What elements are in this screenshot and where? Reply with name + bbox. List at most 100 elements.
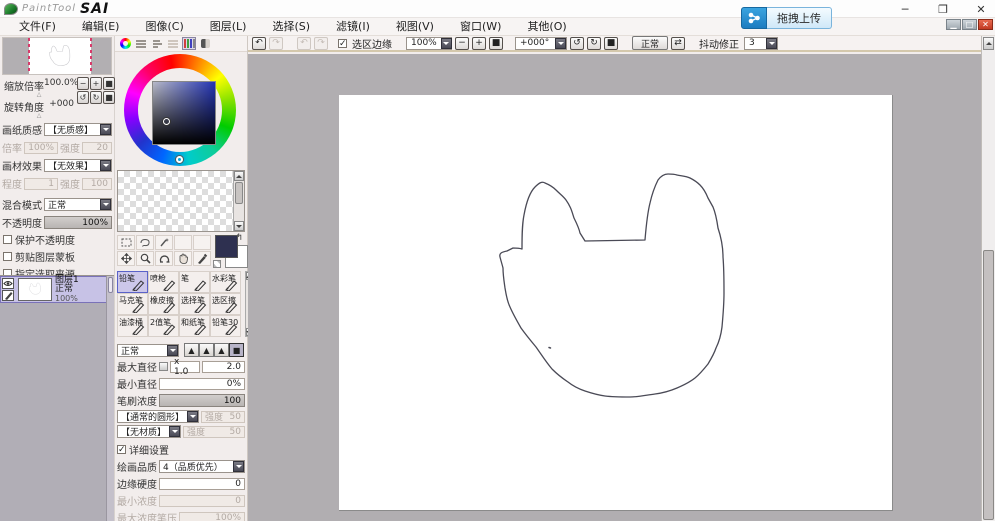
inner-maximize-button[interactable]: □	[962, 19, 977, 30]
brush-shape-select[interactable]: 【通常的圆形】	[117, 410, 199, 423]
scratchpad-scrollbar[interactable]	[233, 171, 244, 231]
zoom-tool[interactable]	[136, 251, 154, 266]
angle-slider[interactable]: △	[2, 114, 76, 119]
scratchpad-area[interactable]	[117, 170, 245, 232]
stabilizer-select[interactable]: 3	[744, 37, 778, 50]
canvas-rotate-ccw-button[interactable]: ↺	[570, 37, 584, 50]
rgb-slider-tab-icon[interactable]	[134, 37, 148, 50]
canvas-zoom-select[interactable]: 100%	[406, 37, 452, 50]
color-wheel-tab-icon[interactable]	[118, 37, 132, 50]
menu-item[interactable]: 图像(C)	[132, 18, 196, 36]
canvas-angle-select[interactable]: +000°	[515, 37, 567, 50]
current-color-swatch[interactable]	[215, 235, 238, 258]
brush-cell[interactable]: 铅笔30	[210, 315, 241, 337]
brush-density-slider[interactable]: 100	[159, 394, 245, 407]
hue-cursor[interactable]	[176, 156, 183, 163]
menu-item[interactable]: 图层(L)	[197, 18, 260, 36]
rotate-view-tool[interactable]	[155, 251, 173, 266]
dropdown-arrow-icon[interactable]	[766, 38, 777, 49]
max-density-pressure-value[interactable]: 100%	[179, 512, 245, 521]
history-forward-button[interactable]: ↷	[314, 37, 328, 50]
layer-opacity-slider[interactable]: 100%	[44, 216, 112, 229]
edge-hardness-value[interactable]: 0	[159, 478, 245, 490]
dropdown-arrow-icon[interactable]	[441, 38, 452, 49]
menu-item[interactable]: 文件(F)	[6, 18, 69, 36]
dropdown-arrow-icon[interactable]	[100, 160, 111, 171]
canvas-rotate-cw-button[interactable]: ↻	[587, 37, 601, 50]
hsv-slider-tab-icon[interactable]	[150, 37, 164, 50]
nav-zoom-in-button[interactable]: +	[90, 77, 102, 90]
edge-square-button[interactable]: ■	[229, 343, 244, 357]
scroll-up-icon[interactable]	[983, 37, 994, 50]
effect-degree-value[interactable]: 1	[24, 178, 58, 190]
nav-rotate-reset-button[interactable]: ■	[103, 91, 115, 104]
menu-item[interactable]: 视图(V)	[383, 18, 447, 36]
min-diameter-value[interactable]: 0%	[159, 378, 245, 390]
canvas-zoom-in-button[interactable]: +	[472, 37, 486, 50]
minimize-button[interactable]: ─	[897, 2, 913, 16]
layer-visibility-toggle[interactable]	[2, 278, 14, 289]
diameter-multiplier[interactable]: x 1.0	[170, 361, 200, 373]
canvas-zoom-reset-button[interactable]: ■	[489, 37, 503, 50]
move-tool[interactable]	[117, 251, 135, 266]
edge-hard-button[interactable]: ▲	[214, 343, 229, 357]
paint-target-icon[interactable]	[2, 290, 14, 301]
nav-rotate-cw-button[interactable]: ↻	[90, 91, 102, 104]
saturation-value-square[interactable]	[152, 81, 216, 145]
layer-row-selected[interactable]: 图层1 正常 100%	[0, 276, 114, 303]
edge-soft-button[interactable]: ▲	[184, 343, 199, 357]
scrollbar-thumb[interactable]	[983, 250, 994, 520]
inner-minimize-button[interactable]: ▁	[946, 19, 961, 30]
inner-close-button[interactable]: ✕	[978, 19, 993, 30]
dropdown-arrow-icon[interactable]	[169, 426, 180, 437]
menu-item[interactable]: 编辑(E)	[69, 18, 133, 36]
texture-strength[interactable]: 强度50	[183, 426, 245, 438]
swatches-tab-icon[interactable]	[182, 37, 196, 50]
texture-scale-value[interactable]: 100%	[24, 142, 58, 154]
canvas-zoom-out-button[interactable]: −	[455, 37, 469, 50]
layer-option-row[interactable]: 剪贴图层蒙板	[0, 249, 114, 264]
dropdown-arrow-icon[interactable]	[555, 38, 566, 49]
canvas-workspace[interactable]	[248, 54, 981, 521]
rect-select-tool[interactable]	[117, 235, 135, 250]
checkbox-icon[interactable]	[3, 252, 12, 261]
brush-texture-select[interactable]: 【无材质】	[117, 425, 181, 438]
gray-slider-tab-icon[interactable]	[166, 37, 180, 50]
canvas-paper[interactable]	[339, 95, 893, 511]
view-normal-button[interactable]: 正常	[632, 36, 668, 50]
brush-cell[interactable]: 选区擦	[210, 293, 241, 315]
texture-strength-value[interactable]: 20	[82, 142, 112, 154]
canvas-rotate-reset-button[interactable]: ■	[604, 37, 618, 50]
lasso-tool[interactable]	[136, 235, 154, 250]
drag-upload-button[interactable]: 拖拽上传	[741, 7, 832, 29]
redo-button[interactable]: ↷	[269, 37, 283, 50]
hand-tool[interactable]	[174, 251, 192, 266]
transparent-color-icon[interactable]	[213, 260, 221, 268]
brush-cell[interactable]: 笔	[179, 271, 210, 293]
nav-zoom-out-button[interactable]: −	[77, 77, 89, 90]
layer-option-row[interactable]: 保护不透明度	[0, 232, 114, 247]
min-density-value[interactable]: 0	[159, 495, 245, 507]
navigator-thumbnail[interactable]	[2, 37, 112, 75]
dropdown-arrow-icon[interactable]	[233, 461, 244, 472]
brush-cell[interactable]: 铅笔	[117, 271, 148, 293]
dropdown-arrow-icon[interactable]	[167, 345, 178, 356]
scroll-up-icon[interactable]	[234, 171, 244, 181]
layer-list-scrollbar[interactable]	[106, 276, 114, 521]
maximize-button[interactable]: ❐	[935, 2, 951, 16]
brush-cell[interactable]: 马克笔	[117, 293, 148, 315]
shape-strength[interactable]: 强度50	[201, 411, 245, 423]
menu-item[interactable]: 滤镜(I)	[323, 18, 383, 36]
brush-cell[interactable]: 和纸笔	[179, 315, 210, 337]
magic-wand-tool[interactable]	[155, 235, 173, 250]
nav-zoom-reset-button[interactable]: ■	[103, 77, 115, 90]
brush-cell[interactable]: 橡皮擦	[148, 293, 179, 315]
brush-cell[interactable]: 2值笔	[148, 315, 179, 337]
dropdown-arrow-icon[interactable]	[100, 124, 111, 135]
menu-item[interactable]: 其他(O)	[514, 18, 579, 36]
canvas-vertical-scrollbar[interactable]	[981, 36, 995, 521]
history-back-button[interactable]: ↶	[297, 37, 311, 50]
checkbox-icon[interactable]	[3, 235, 12, 244]
paper-texture-select[interactable]: 【无质感】	[44, 123, 112, 136]
brush-cell[interactable]: 喷枪	[148, 271, 179, 293]
